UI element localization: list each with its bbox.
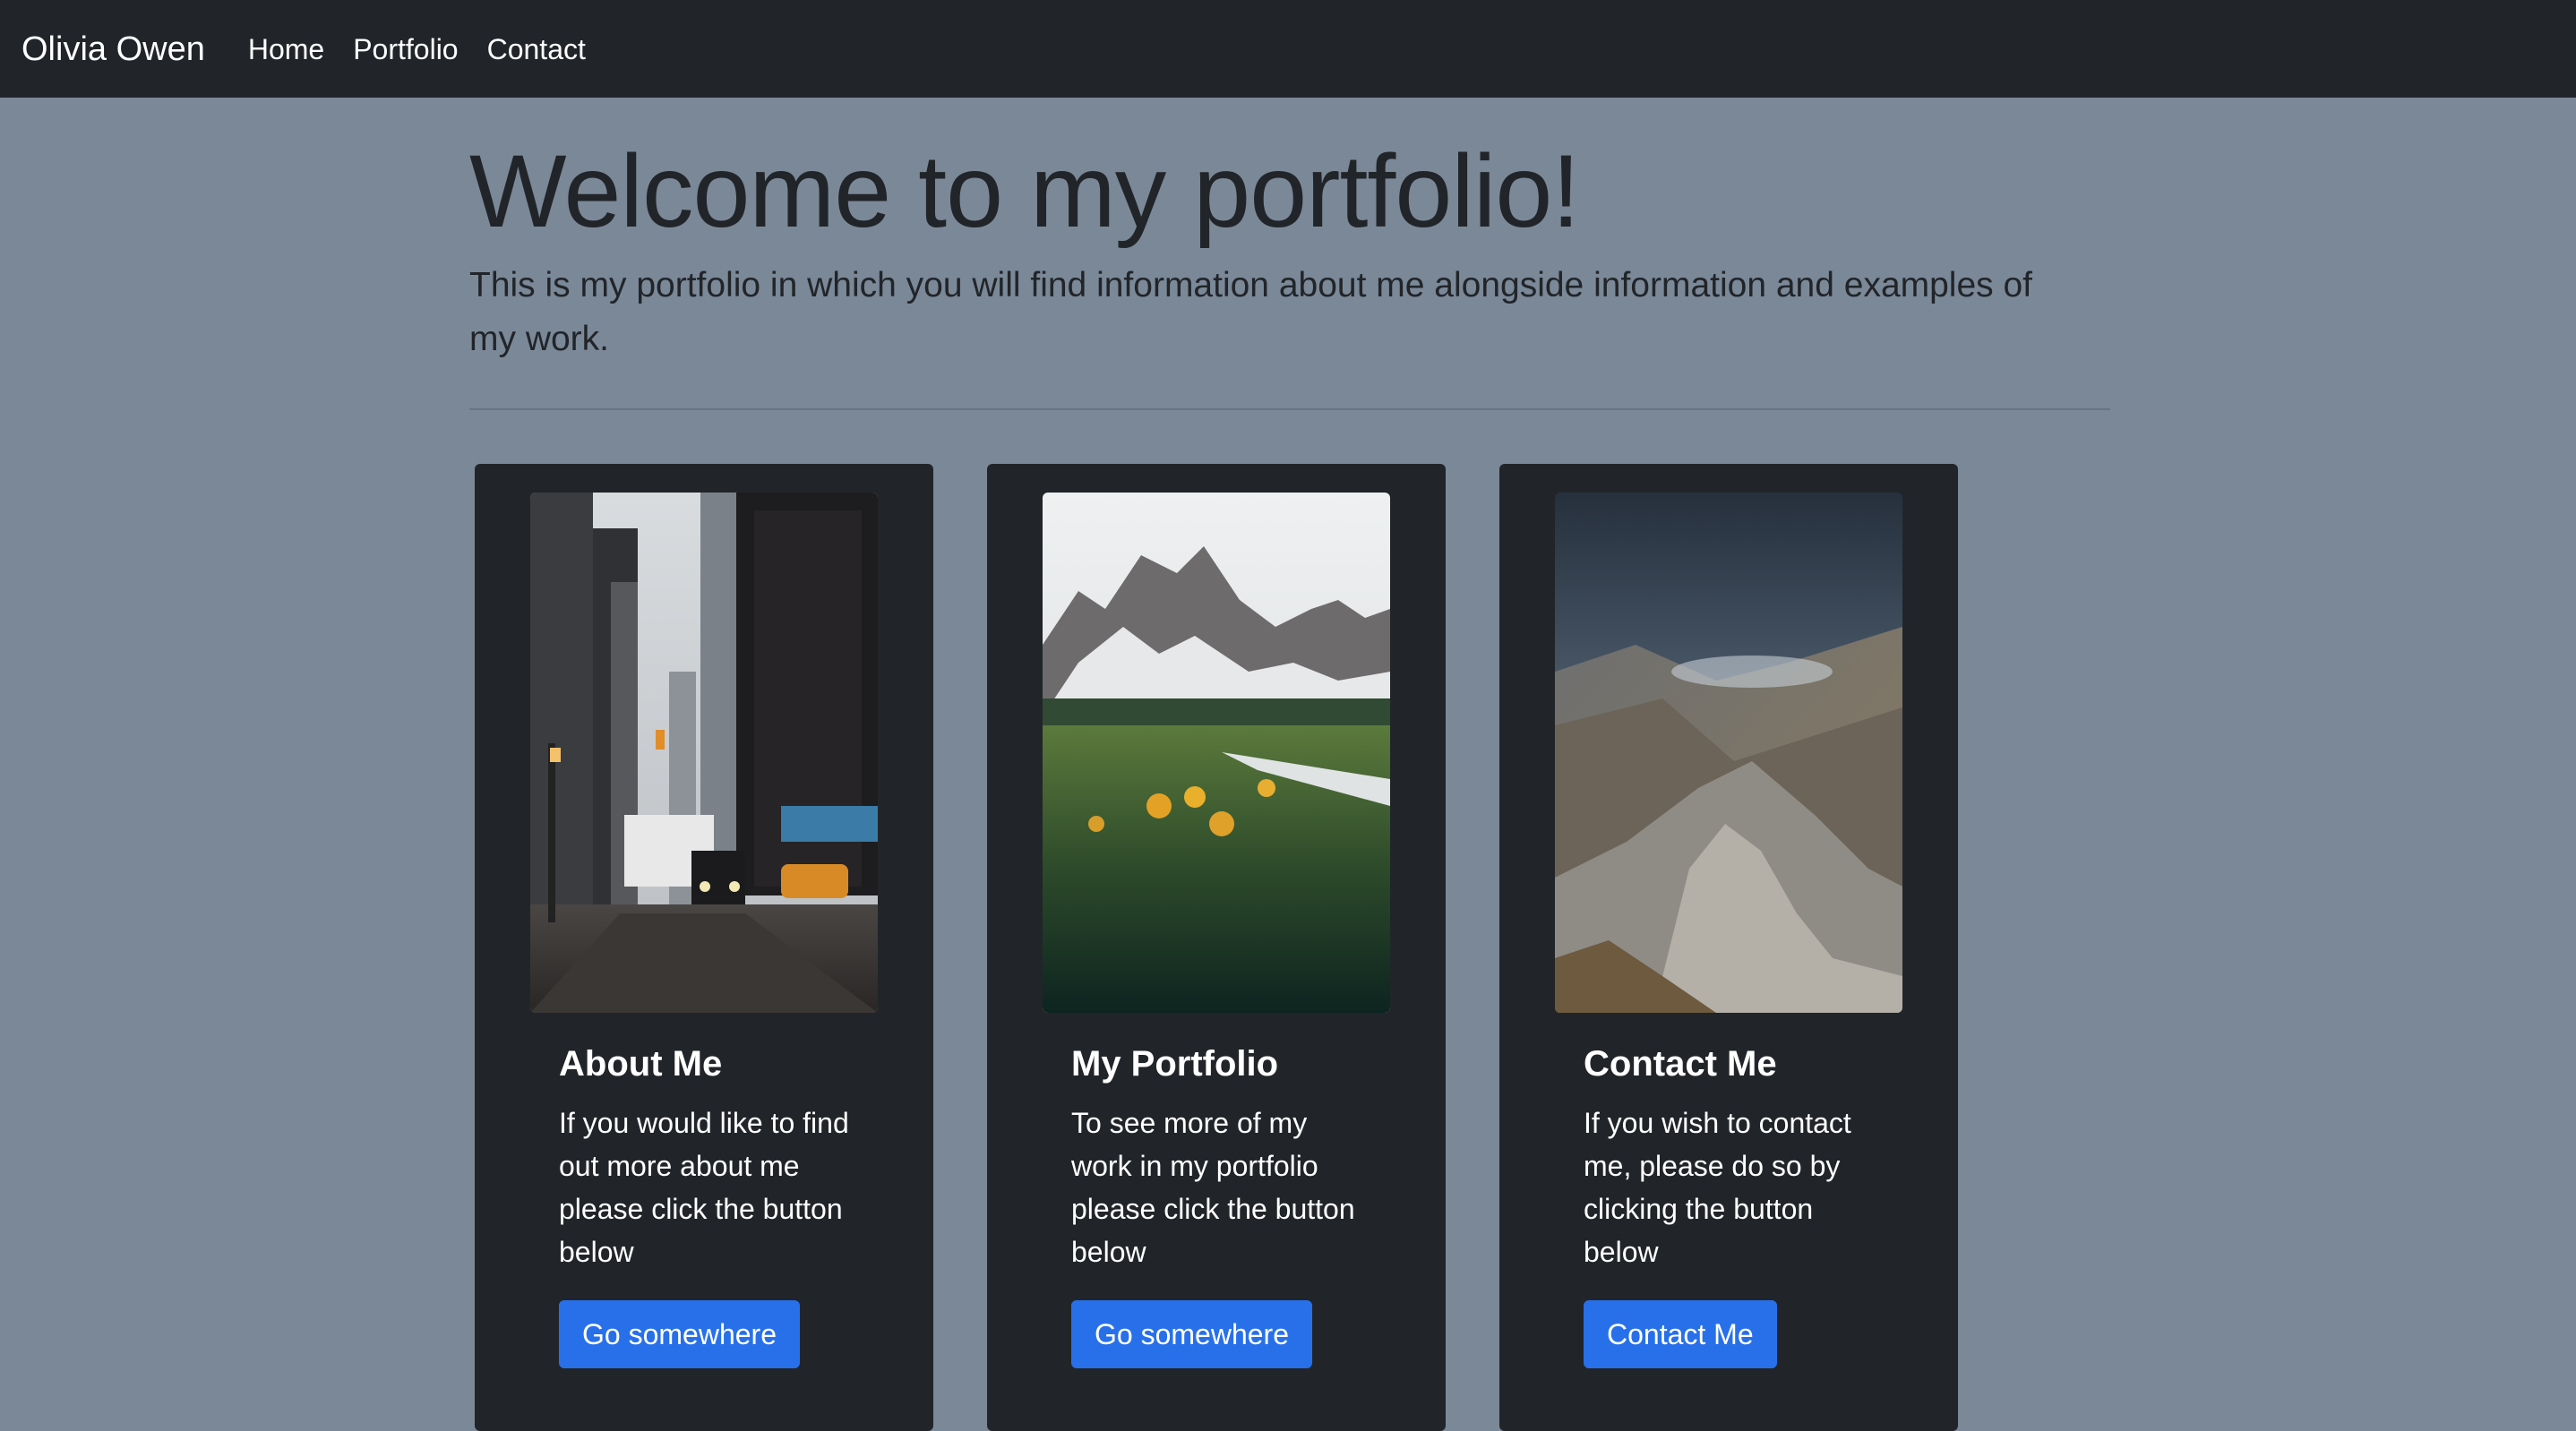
about-go-somewhere-button[interactable]: Go somewhere <box>559 1300 800 1368</box>
page-title: Welcome to my portfolio! <box>469 134 1580 249</box>
card-text: If you wish to contact me, please do so … <box>1584 1107 1851 1268</box>
mountain-meadow-photo <box>1043 493 1390 1013</box>
navbar-brand[interactable]: Olivia Owen <box>21 32 205 66</box>
nav-link-portfolio[interactable]: Portfolio <box>353 35 458 64</box>
card-title: About Me <box>559 1044 723 1084</box>
top-navbar: Olivia Owen Home Portfolio Contact <box>0 0 2576 98</box>
rocky-mountain-valley-photo <box>1555 493 1902 1013</box>
card-text: If you would like to find out more about… <box>559 1107 849 1268</box>
nav-link-home[interactable]: Home <box>248 35 324 64</box>
card-title: Contact Me <box>1584 1044 1777 1084</box>
card-my-portfolio: My Portfolio To see more of my work in m… <box>987 464 1446 1431</box>
intro-lead-text: This is my portfolio in which you will f… <box>469 266 2033 358</box>
nav-link-contact[interactable]: Contact <box>487 35 586 64</box>
card-title: My Portfolio <box>1071 1044 1279 1084</box>
portfolio-go-somewhere-button[interactable]: Go somewhere <box>1071 1300 1312 1368</box>
card-contact-me: Contact Me If you wish to contact me, pl… <box>1499 464 1958 1431</box>
contact-me-button[interactable]: Contact Me <box>1584 1300 1777 1368</box>
card-text: To see more of my work in my portfolio p… <box>1071 1107 1355 1268</box>
section-divider <box>469 408 2110 410</box>
city-street-photo <box>530 493 878 1013</box>
card-about-me: About Me If you would like to find out m… <box>475 464 933 1431</box>
